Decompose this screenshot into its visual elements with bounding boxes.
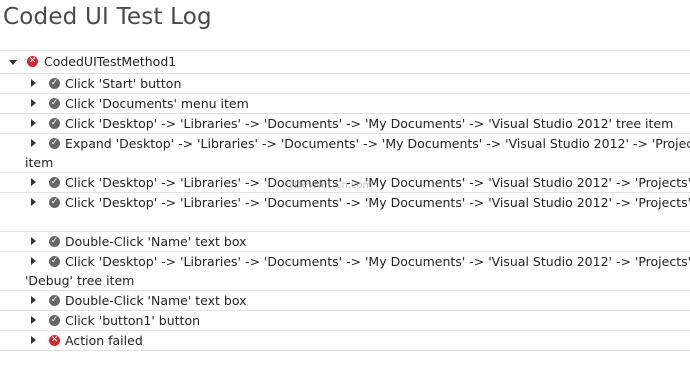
step-label: Expand 'Desktop' -> 'Libraries' -> 'Docu… <box>65 136 690 151</box>
step-label: Click 'Desktop' -> 'Libraries' -> 'Docum… <box>65 195 690 210</box>
step-row[interactable]: ✓ Click 'Desktop' -> 'Libraries' -> 'Docu… <box>0 192 690 231</box>
caret-right-icon[interactable] <box>31 257 36 265</box>
step-row[interactable]: ✕ Action failed <box>0 330 690 351</box>
step-row[interactable]: ✓ Expand 'Desktop' -> 'Libraries' -> 'Doc… <box>0 133 690 172</box>
step-label-continued: item <box>25 155 54 170</box>
step-row[interactable]: ✓ Click 'button1' button <box>0 310 690 330</box>
caret-right-icon[interactable] <box>31 79 36 87</box>
check-circle-icon: ✓ <box>49 118 60 129</box>
check-circle-icon: ✓ <box>49 315 60 326</box>
step-label: Click 'Start' button <box>65 76 182 91</box>
check-circle-icon: ✓ <box>49 138 60 149</box>
step-label: Click 'Desktop' -> 'Libraries' -> 'Docum… <box>65 116 674 131</box>
step-label: Action failed <box>65 333 143 348</box>
step-label: Double-Click 'Name' text box <box>65 234 247 249</box>
test-method-label: CodedUITestMethod1 <box>44 54 177 69</box>
check-circle-icon: ✓ <box>49 295 60 306</box>
test-log-page: Coded UI Test Log ✕ CodedUITestMethod1 ✓… <box>0 0 690 373</box>
test-method-row[interactable]: ✕ CodedUITestMethod1 <box>0 50 690 73</box>
caret-right-icon[interactable] <box>31 198 36 206</box>
step-row[interactable]: ✓ Click 'Documents' menu item <box>0 93 690 113</box>
check-circle-icon: ✓ <box>49 177 60 188</box>
x-circle-icon: ✕ <box>49 335 60 346</box>
check-circle-icon: ✓ <box>49 98 60 109</box>
step-label: Click 'Desktop' -> 'Libraries' -> 'Docum… <box>65 254 690 269</box>
step-row[interactable]: ✓ Click 'Desktop' -> 'Libraries' -> 'Docu… <box>0 113 690 133</box>
test-log-tree: ✕ CodedUITestMethod1 ✓ Click 'Start' butt… <box>0 50 690 351</box>
check-circle-icon: ✓ <box>49 197 60 208</box>
caret-right-icon[interactable] <box>31 336 36 344</box>
watermark: @DevNet.Cn.com <box>284 180 373 191</box>
step-row[interactable]: ✓ Double-Click 'Name' text box <box>0 231 690 251</box>
check-circle-icon: ✓ <box>49 236 60 247</box>
step-label: Click 'Documents' menu item <box>65 96 249 111</box>
step-label: Double-Click 'Name' text box <box>65 293 247 308</box>
caret-right-icon[interactable] <box>31 99 36 107</box>
step-label: Click 'button1' button <box>65 313 201 328</box>
caret-right-icon[interactable] <box>31 237 36 245</box>
x-circle-icon: ✕ <box>27 56 38 67</box>
check-circle-icon: ✓ <box>49 256 60 267</box>
step-label-continued: 'Debug' tree item <box>25 273 135 288</box>
caret-right-icon[interactable] <box>31 139 36 147</box>
check-circle-icon: ✓ <box>49 78 60 89</box>
caret-down-icon[interactable] <box>9 60 17 65</box>
caret-right-icon[interactable] <box>31 316 36 324</box>
step-row[interactable]: ✓ Click 'Desktop' -> 'Libraries' -> 'Docu… <box>0 251 690 290</box>
step-row[interactable]: ✓ Click 'Start' button <box>0 73 690 93</box>
page-title: Coded UI Test Log <box>3 4 212 30</box>
step-list: ✓ Click 'Start' button ✓ Click 'Documents' … <box>0 73 690 351</box>
caret-right-icon[interactable] <box>31 296 36 304</box>
caret-right-icon[interactable] <box>31 119 36 127</box>
step-label: Click 'Desktop' -> 'Libraries' -> 'Docum… <box>65 175 690 190</box>
step-row[interactable]: ✓ Double-Click 'Name' text box <box>0 290 690 310</box>
caret-right-icon[interactable] <box>31 178 36 186</box>
